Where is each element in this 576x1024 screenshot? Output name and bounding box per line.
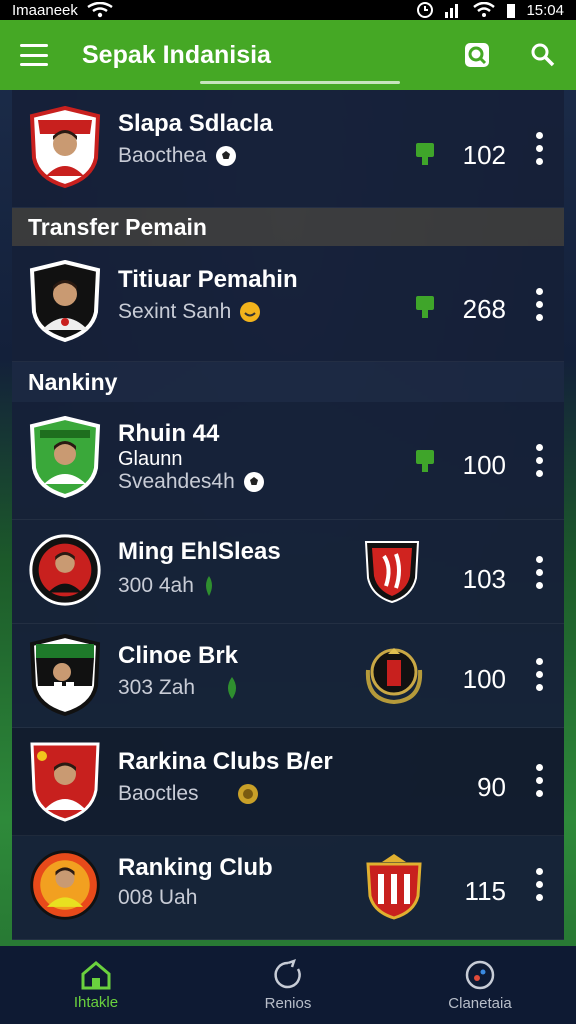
status-bar: Imaaneek 15:04 [0,0,576,20]
player-badge [29,260,101,342]
search-icon[interactable] [530,42,556,68]
score-value: 268 [462,294,506,324]
battery-icon [507,4,516,18]
list-item[interactable]: Ming EhlSleas 300 4ah 103 [12,520,564,624]
score-value: 102 [462,140,506,170]
tab-indicator [200,81,400,84]
list-item[interactable]: Rarkina Clubs B/er Baoctles 90 [12,728,564,836]
player-sub-text: 303 Zah [118,676,196,699]
more-vert-icon[interactable] [536,288,544,321]
app-bar: Sepak Indanisia [0,20,576,90]
player-badge [29,634,101,716]
player-sub-text: Baoctles [118,782,199,805]
carrier-text: Imaaneek [12,1,78,19]
player-badge [29,416,101,498]
nav-label-results: Renios [264,994,312,1012]
nav-label-community: Clanetaia [448,994,512,1012]
player-line2: Glaunn [118,448,183,470]
list-item[interactable]: Ranking Club 008 Uah 115 [12,836,564,940]
leaf-icon [205,576,212,596]
player-sub-text: Sveahdes4h [118,470,235,493]
player-name: Slapa Sdlacla [118,110,273,137]
player-sub: Sveahdes4h [118,470,265,494]
player-sub-text: Sexint Sanh [118,300,232,323]
wifi-status-icon [473,2,496,17]
score-value: 100 [462,664,506,694]
more-vert-icon[interactable] [536,444,544,477]
player-sub: 303 Zah [118,676,241,700]
soccer-ball-icon [243,472,264,492]
list-item[interactable]: Slapa Sdlacla Baocthea 102 [12,90,564,208]
player-sub-text: 300 4ah [118,574,194,597]
score-value: 103 [462,564,506,594]
club-logo [364,541,420,604]
player-sub-text: 008 Uah [118,886,198,909]
vote-flag-icon[interactable] [415,448,435,474]
more-vert-icon[interactable] [536,132,544,165]
player-name: Titiuar Pemahin [118,266,298,293]
more-vert-icon[interactable] [536,764,544,797]
leaf-icon [228,677,237,699]
emoji-icon [240,302,261,322]
player-sub: Sexint Sanh [118,300,261,324]
nav-item-community[interactable]: Clanetaia [410,959,550,1012]
score-value: 90 [477,772,506,802]
score-value: 100 [462,450,506,480]
player-name: Rarkina Clubs B/er [118,748,333,775]
wifi-icon [87,2,113,18]
home-icon [81,960,111,989]
vote-flag-icon[interactable] [415,294,435,320]
nav-label-home: Ihtakle [73,993,119,1011]
bottom-nav: Ihtakle Renios Clanetaia [0,946,576,1024]
coin-icon [237,784,258,804]
player-badge [29,106,101,188]
player-badge [30,850,100,920]
player-name: Clinoe Brk [118,642,239,669]
player-badge [29,534,101,606]
player-sub: 300 4ah [118,574,216,598]
section-header-ranking: Nankiny [12,362,564,402]
search-square-icon[interactable] [464,42,490,68]
player-sub: Baocthea [118,144,237,168]
player-name: Rhuin 44 [118,420,220,447]
club-logo [366,854,422,920]
signal-icon [445,4,459,18]
player-badge [30,742,100,822]
list-item[interactable]: Titiuar Pemahin Sexint Sanh 268 [12,246,564,362]
alarm-icon [417,2,434,18]
vote-flag-icon[interactable] [415,141,435,167]
club-logo [365,648,423,705]
globe-icon [465,960,495,989]
more-vert-icon[interactable] [536,556,544,589]
player-sub: Baoctles [118,782,259,806]
soccer-ball-icon [215,146,236,166]
nav-item-home[interactable]: Ihtakle [26,960,166,1011]
clock-text: 15:04 [526,1,564,19]
player-sub-text: Baocthea [118,144,207,167]
player-sub: 008 Uah [118,886,197,910]
list-item[interactable]: Clinoe Brk 303 Zah 100 [12,624,564,728]
player-name: Ranking Club [118,854,273,881]
player-name: Ming EhlSleas [118,538,281,565]
score-value: 115 [464,876,506,906]
circle-refresh-icon [274,958,301,988]
content-list: Slapa Sdlacla Baocthea 102 Transfer Pema… [12,90,564,946]
nav-item-results[interactable]: Renios [218,958,358,1012]
more-vert-icon[interactable] [536,868,544,901]
more-vert-icon[interactable] [536,658,544,691]
list-item[interactable]: Rhuin 44 Glaunn Sveahdes4h 100 [12,402,564,520]
section-header-transfer: Transfer Pemain [12,208,564,246]
app-title: Sepak Indanisia [82,40,271,69]
menu-icon[interactable] [20,44,48,66]
